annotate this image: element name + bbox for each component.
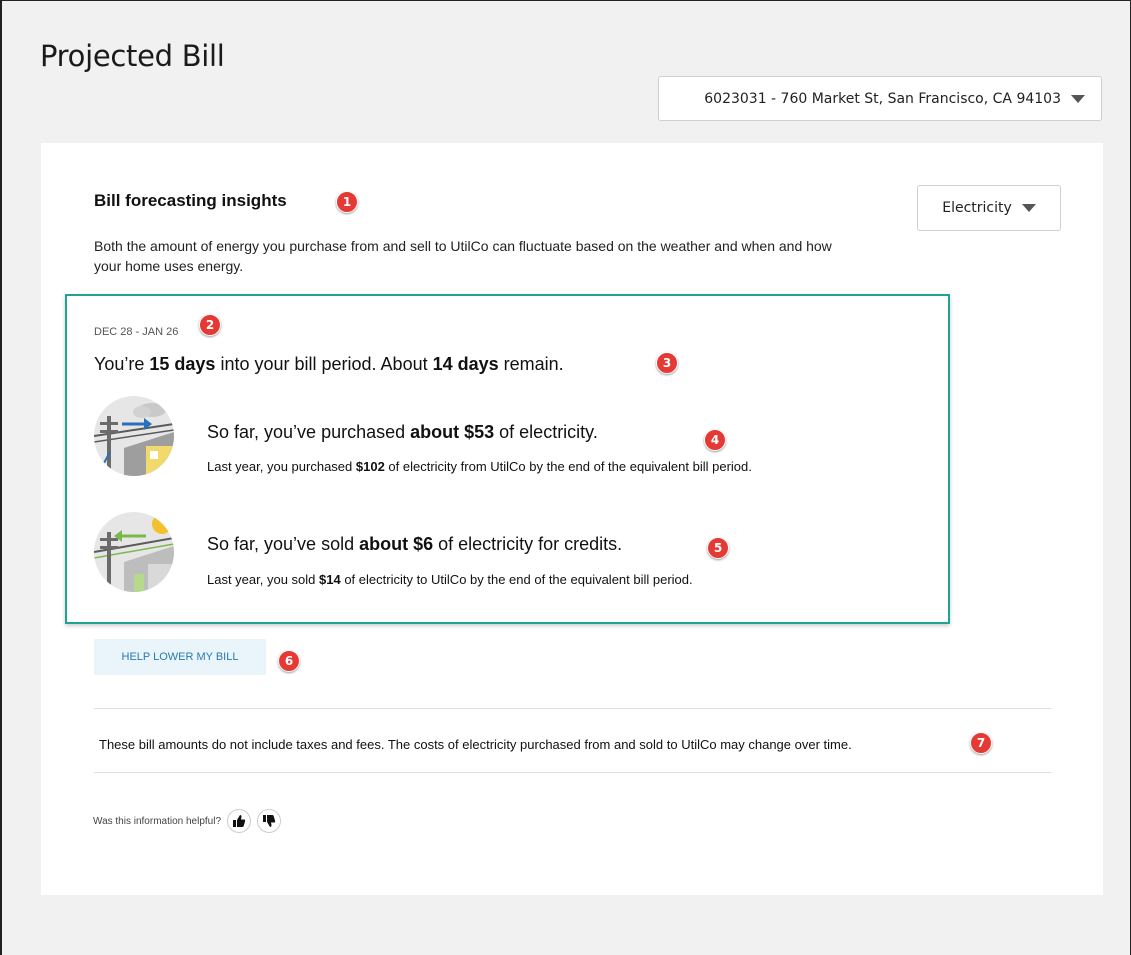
summary-text: remain. xyxy=(498,354,564,374)
annotation-badge-4: 4 xyxy=(704,429,726,451)
purchased-last-year-text: of electricity from UtilCo by the end of… xyxy=(384,459,752,474)
annotation-badge-7: 7 xyxy=(970,732,992,754)
bill-disclaimer: These bill amounts do not include taxes … xyxy=(99,737,852,752)
sold-last-year-text: Last year, you sold xyxy=(207,572,320,587)
sold-last-year: Last year, you sold $14 of electricity t… xyxy=(207,572,693,587)
divider xyxy=(94,772,1051,773)
annotation-badge-3: 3 xyxy=(656,352,678,374)
bill-period-summary: You’re 15 days into your bill period. Ab… xyxy=(94,354,564,375)
days-elapsed: 15 days xyxy=(149,354,216,374)
bill-insights-card: Bill forecasting insights 1 Electricity … xyxy=(41,143,1103,895)
bill-period-range: DEC 28 - JAN 26 xyxy=(94,326,179,338)
sold-summary: So far, you’ve sold about $6 of electric… xyxy=(207,534,622,555)
sold-last-year-amount: $14 xyxy=(319,572,341,587)
purchased-amount: about $53 xyxy=(410,422,495,442)
annotation-badge-1: 1 xyxy=(336,191,358,213)
chevron-down-icon xyxy=(1071,94,1085,103)
annotation-badge-6: 6 xyxy=(278,650,300,672)
annotation-badge-2: 2 xyxy=(199,314,221,336)
purchased-text: of electricity. xyxy=(494,422,598,442)
feedback-row: Was this information helpful? xyxy=(93,809,282,833)
purchased-last-year-amount: $102 xyxy=(355,459,385,474)
annotation-badge-5: 5 xyxy=(707,537,729,559)
purchased-text: So far, you’ve purchased xyxy=(207,422,411,442)
purchased-last-year-text: Last year, you purchased xyxy=(207,459,356,474)
sold-last-year-text: of electricity to UtilCo by the end of t… xyxy=(340,572,693,587)
summary-text: You’re xyxy=(94,354,150,374)
sold-amount: about $6 xyxy=(359,534,434,554)
energy-type-dropdown[interactable]: Electricity xyxy=(917,185,1061,231)
insights-title: Bill forecasting insights xyxy=(94,191,287,210)
feedback-question: Was this information helpful? xyxy=(93,815,222,827)
sold-text: of electricity for credits. xyxy=(433,534,623,554)
account-address-dropdown[interactable]: 6023031 - 760 Market St, San Francisco, … xyxy=(658,76,1102,121)
thumbs-down-icon[interactable] xyxy=(257,809,282,833)
sold-text: So far, you’ve sold xyxy=(207,534,360,554)
thumbs-up-icon[interactable] xyxy=(227,809,252,833)
days-remaining: 14 days xyxy=(432,354,499,374)
purchased-last-year: Last year, you purchased $102 of electri… xyxy=(207,459,752,474)
energy-type-value: Electricity xyxy=(942,200,1012,216)
purchased-summary: So far, you’ve purchased about $53 of el… xyxy=(207,422,598,443)
divider xyxy=(94,708,1051,709)
help-lower-bill-button[interactable]: HELP LOWER MY BILL xyxy=(94,639,266,675)
chevron-down-icon xyxy=(1021,204,1036,212)
purchase-power-lines-icon xyxy=(94,396,174,476)
sell-solar-power-icon xyxy=(94,512,174,592)
insights-intro: Both the amount of energy you purchase f… xyxy=(94,238,832,274)
summary-text: into your bill period. About xyxy=(215,354,433,374)
page-title: Projected Bill xyxy=(40,39,225,73)
account-address-value: 6023031 - 760 Market St, San Francisco, … xyxy=(704,90,1061,107)
forecast-panel: DEC 28 - JAN 26 2 You’re 15 days into yo… xyxy=(65,294,950,624)
